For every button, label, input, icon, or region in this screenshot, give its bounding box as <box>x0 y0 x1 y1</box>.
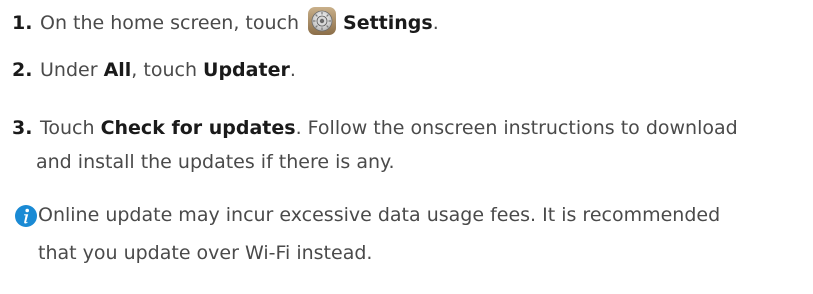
step-text: . Follow the onscreen instructions to do… <box>295 117 738 139</box>
step-text: , touch <box>131 59 204 81</box>
step-3: 3. Touch Check for updates. Follow the on… <box>12 111 803 179</box>
step-number: 3. <box>12 117 33 139</box>
info-icon <box>15 205 37 227</box>
settings-label: Settings <box>343 12 433 34</box>
settings-gear-icon <box>308 7 337 35</box>
note-text-line2: that you update over Wi-Fi instead. <box>38 242 373 264</box>
step-text: Touch <box>40 117 101 139</box>
info-note: Online update may incur excessive data u… <box>14 196 803 272</box>
all-label: All <box>103 59 132 81</box>
step-2: 2. Under All, touch Updater. <box>12 53 803 87</box>
step-text-line2: and install the updates if there is any. <box>36 151 395 173</box>
step-1: 1. On the home screen, touch Settings. <box>12 6 803 40</box>
check-for-updates-label: Check for updates <box>100 117 296 139</box>
step-text: On the home screen, touch <box>40 12 300 34</box>
step-text-end: . <box>432 12 439 34</box>
step-number: 2. <box>12 59 33 81</box>
updater-label: Updater <box>203 59 290 81</box>
note-text-line1: Online update may incur excessive data u… <box>38 204 721 226</box>
step-text-end: . <box>289 59 296 81</box>
step-text: Under <box>40 59 104 81</box>
step-number: 1. <box>12 12 33 34</box>
